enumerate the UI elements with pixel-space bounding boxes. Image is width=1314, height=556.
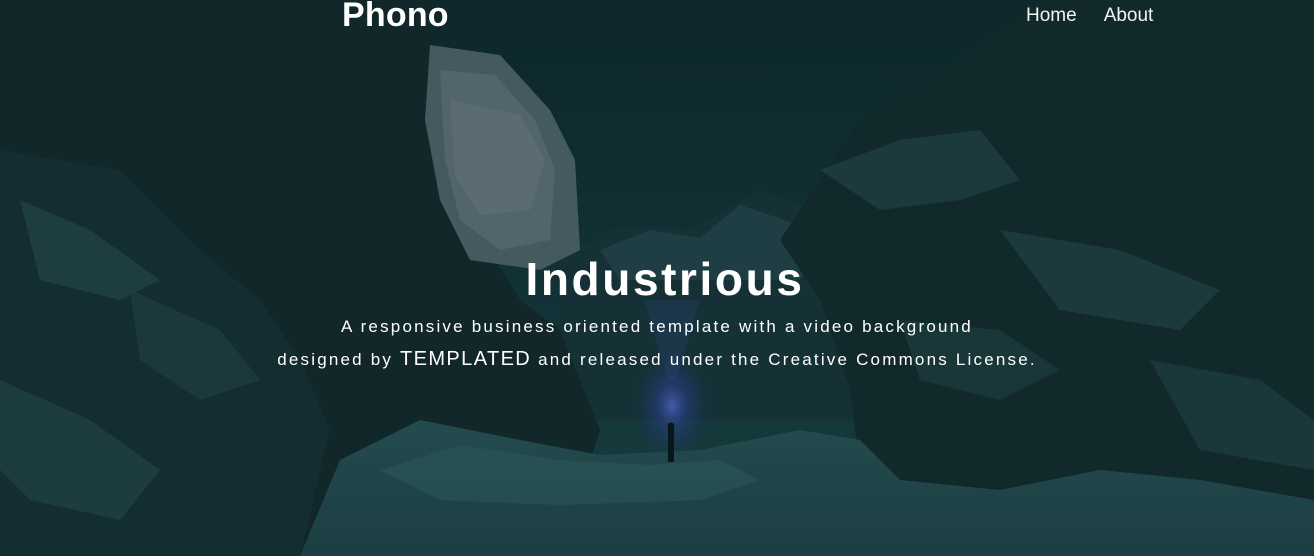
hero-section: Industrious A responsive business orient… [0,250,1314,376]
main-nav: Home About [1016,4,1170,30]
hero-description: A responsive business oriented template … [0,310,1314,376]
hero-description-line-2: designed by TEMPLATED and released under… [0,343,1314,376]
hero-description-line-1: A responsive business oriented template … [341,317,973,336]
templated-brand-text: TEMPLATED [400,348,532,370]
hero-line2-suffix: and released under the Creative Commons … [531,350,1037,369]
hero-title: Industrious [525,253,805,305]
hero-line2-prefix: designed by [277,350,401,369]
nav-item-home[interactable]: Home [1016,4,1087,30]
nav-item-about[interactable]: About [1094,4,1164,30]
site-logo[interactable]: Phono [342,0,449,37]
page: Phono Home About Industrious A responsiv… [0,0,1314,556]
top-navigation-bar: Phono Home About [0,0,1314,34]
